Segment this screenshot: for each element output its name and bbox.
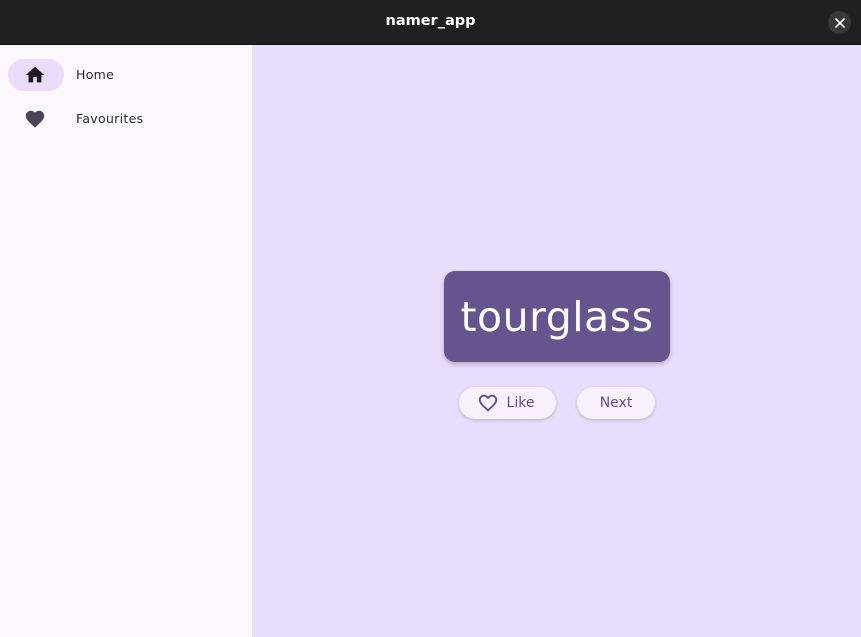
word-pair-card: tourglass [444,271,670,362]
app-window: namer_app Home Favourites tourglass Like… [0,0,861,637]
close-button[interactable] [828,11,851,34]
nav-item-favourites[interactable]: Favourites [8,103,238,135]
generator-page: tourglass Like Next [253,45,861,637]
like-button[interactable]: Like [459,387,556,419]
nav-item-home[interactable]: Home [8,59,238,91]
next-button[interactable]: Next [577,387,655,419]
window-title: namer_app [385,13,476,29]
nav-label-favourites: Favourites [76,111,144,126]
nav-label-home: Home [76,67,115,82]
heart-outline-icon [478,394,497,412]
home-icon [25,66,45,83]
next-button-label: Next [599,395,633,411]
word-pair-text: tourglass [460,292,654,341]
title-bar[interactable]: namer_app [0,0,861,45]
like-button-label: Like [506,395,535,411]
navigation-rail: Home Favourites [0,45,253,637]
close-icon [834,17,845,28]
heart-icon [25,110,45,128]
